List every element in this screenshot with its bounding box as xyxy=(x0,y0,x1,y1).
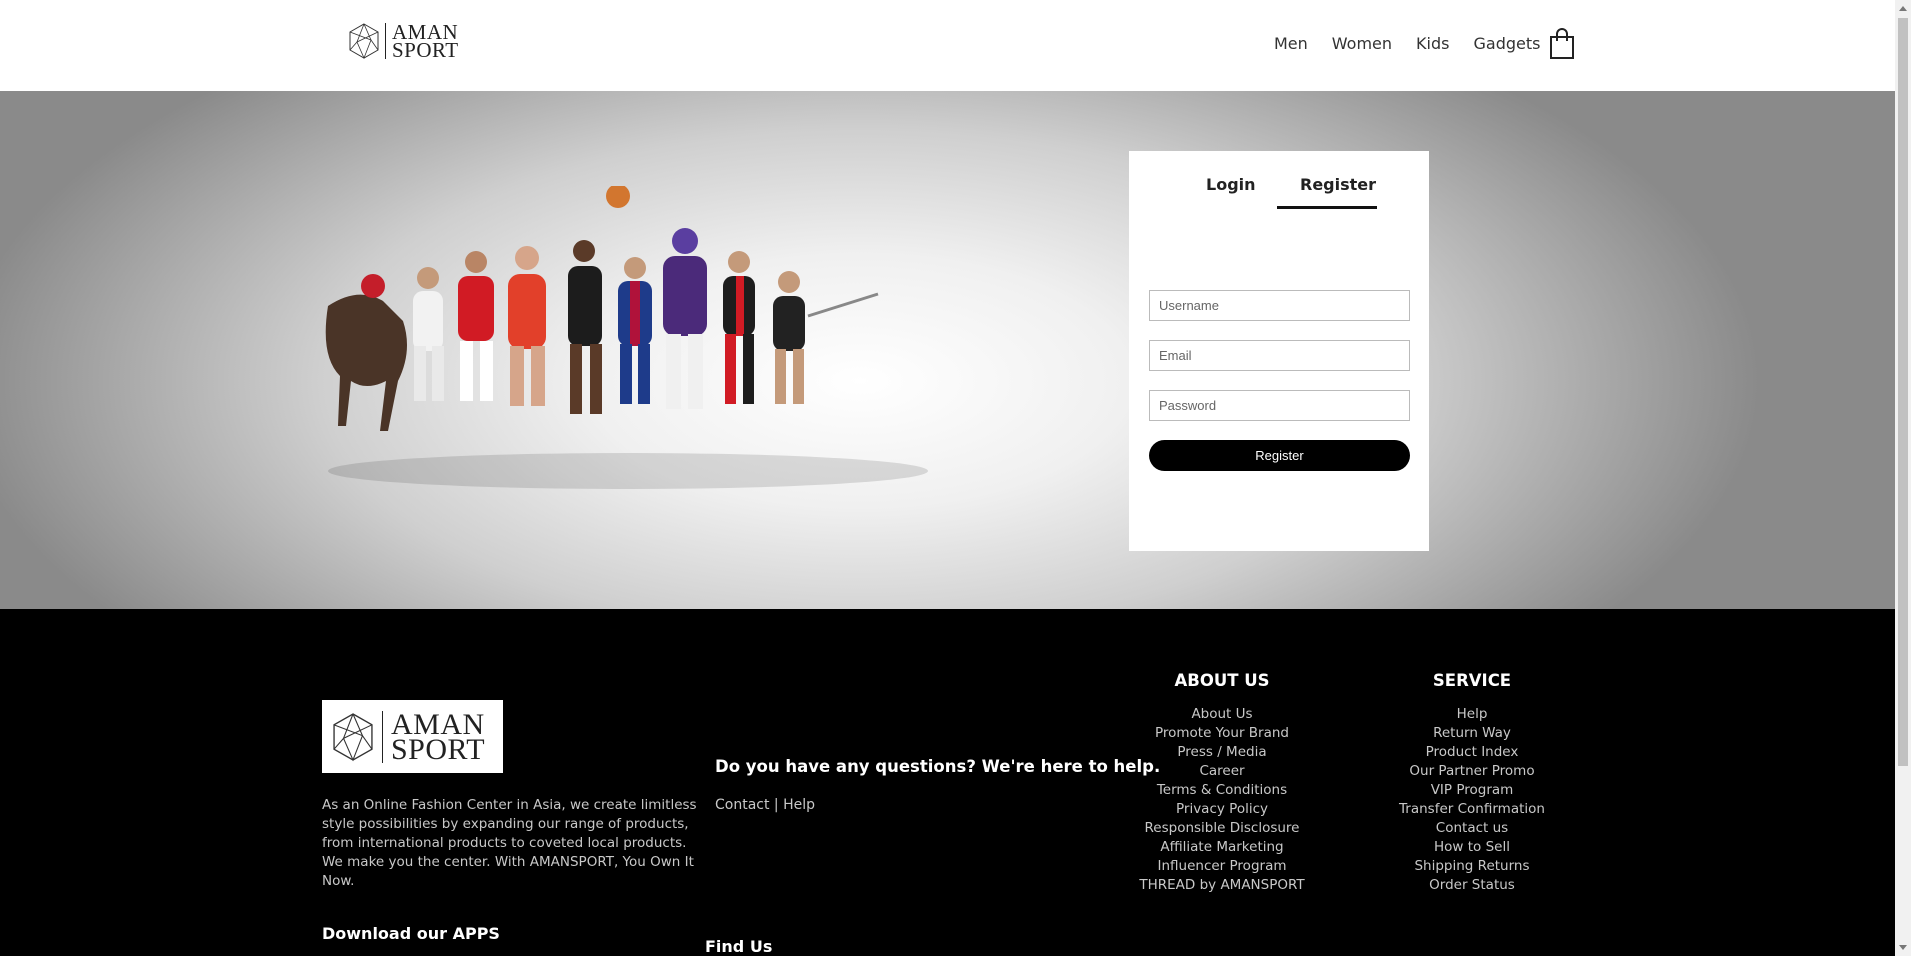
about-link[interactable]: Responsible Disclosure xyxy=(1122,819,1322,838)
contact-help-links: Contact | Help xyxy=(715,797,815,813)
auth-tabs: Login Register xyxy=(1129,169,1429,209)
service-link[interactable]: Our Partner Promo xyxy=(1372,762,1572,781)
nav-men[interactable]: Men xyxy=(1274,34,1308,53)
site-footer: AMAN SPORT As an Online Fashion Center i… xyxy=(0,609,1895,956)
scroll-down-arrow-icon[interactable] xyxy=(1899,945,1907,950)
nav-women[interactable]: Women xyxy=(1332,34,1392,53)
email-input[interactable] xyxy=(1149,340,1410,371)
password-input[interactable] xyxy=(1149,390,1410,421)
footer-logo[interactable]: AMAN SPORT xyxy=(322,700,503,773)
about-link[interactable]: Influencer Program xyxy=(1122,857,1322,876)
tab-register[interactable]: Register xyxy=(1300,175,1376,194)
logo-divider xyxy=(382,710,383,763)
service-link[interactable]: Return Way xyxy=(1372,724,1572,743)
about-link[interactable]: About Us xyxy=(1122,705,1322,724)
page-scrollbar[interactable] xyxy=(1895,0,1911,956)
service-title: SERVICE xyxy=(1432,671,1512,690)
service-link[interactable]: Order Status xyxy=(1372,876,1572,895)
about-link[interactable]: Career xyxy=(1122,762,1322,781)
about-link[interactable]: THREAD by AMANSPORT xyxy=(1122,876,1322,895)
auth-panel: Login Register Register xyxy=(1129,151,1429,551)
active-tab-indicator xyxy=(1277,206,1377,209)
site-logo[interactable]: AMAN SPORT xyxy=(347,22,459,62)
footer-description: As an Online Fashion Center in Asia, we … xyxy=(322,797,697,889)
footer-logo-line-2: SPORT xyxy=(391,732,486,766)
about-title: ABOUT US xyxy=(1174,671,1270,690)
about-link[interactable]: Privacy Policy xyxy=(1122,800,1322,819)
service-link[interactable]: Shipping Returns xyxy=(1372,857,1572,876)
register-button[interactable]: Register xyxy=(1149,440,1410,471)
site-header: AMAN SPORT Men Women Kids Gadgets xyxy=(0,0,1895,91)
help-link[interactable]: Help xyxy=(783,797,815,813)
scrollbar-thumb[interactable] xyxy=(1898,18,1908,766)
main-nav: Men Women Kids Gadgets xyxy=(1274,34,1564,53)
geometric-logo-icon xyxy=(349,23,379,60)
service-link[interactable]: Product Index xyxy=(1372,743,1572,762)
logo-line-2: SPORT xyxy=(392,38,459,62)
service-link[interactable]: How to Sell xyxy=(1372,838,1572,857)
nav-kids[interactable]: Kids xyxy=(1416,34,1449,53)
service-link[interactable]: Help xyxy=(1372,705,1572,724)
service-link[interactable]: Contact us xyxy=(1372,819,1572,838)
about-link[interactable]: Promote Your Brand xyxy=(1122,724,1322,743)
nav-gadgets[interactable]: Gadgets xyxy=(1473,34,1540,53)
hero-banner: Login Register Register xyxy=(0,91,1895,609)
footer-logo-wordmark: AMAN SPORT xyxy=(391,709,486,766)
username-input[interactable] xyxy=(1149,290,1410,321)
service-link[interactable]: VIP Program xyxy=(1372,781,1572,800)
shopping-bag-icon[interactable] xyxy=(1549,28,1575,60)
athletes-image xyxy=(325,186,928,489)
geometric-logo-icon xyxy=(333,712,373,761)
logo-divider xyxy=(385,23,386,59)
about-link[interactable]: Press / Media xyxy=(1122,743,1322,762)
help-question: Do you have any questions? We're here to… xyxy=(715,757,1161,776)
about-column: ABOUT US About Us Promote Your Brand Pre… xyxy=(1122,671,1322,895)
service-column: SERVICE Help Return Way Product Index Ou… xyxy=(1372,671,1572,895)
find-us-heading: Find Us xyxy=(705,937,773,956)
contact-link[interactable]: Contact xyxy=(715,797,769,813)
tab-login[interactable]: Login xyxy=(1206,175,1256,194)
scroll-up-arrow-icon[interactable] xyxy=(1899,6,1907,11)
link-separator: | xyxy=(773,797,779,813)
about-link[interactable]: Terms & Conditions xyxy=(1122,781,1322,800)
about-link[interactable]: Affiliate Marketing xyxy=(1122,838,1322,857)
download-apps-heading: Download our APPS xyxy=(322,924,500,943)
service-link[interactable]: Transfer Confirmation xyxy=(1372,800,1572,819)
logo-wordmark: AMAN SPORT xyxy=(392,22,459,62)
